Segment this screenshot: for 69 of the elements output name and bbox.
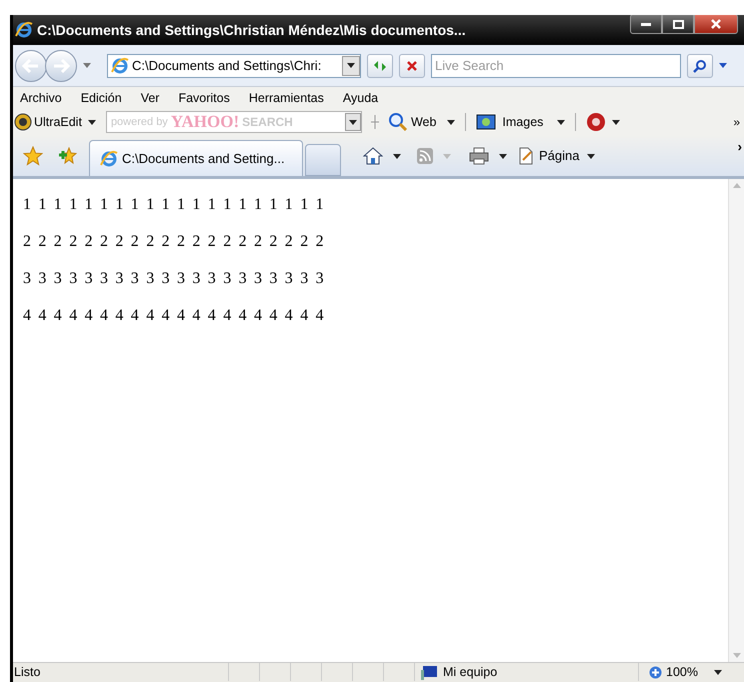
menu-item[interactable]: Ver <box>140 88 160 108</box>
back-button[interactable] <box>15 50 47 82</box>
caret-icon <box>88 120 96 124</box>
zone-text: Mi equipo <box>443 666 498 678</box>
forward-button[interactable] <box>45 50 77 82</box>
browser-icon <box>15 21 33 39</box>
minimize-button[interactable] <box>630 15 662 34</box>
images-button[interactable]: Images <box>476 112 566 132</box>
page-icon <box>100 150 118 168</box>
caret-icon[interactable] <box>719 63 727 68</box>
web-search-button[interactable]: Web <box>388 112 456 132</box>
caret-icon <box>714 670 722 675</box>
chevron-button[interactable]: › <box>738 137 742 156</box>
menu-item[interactable]: Edición <box>80 88 122 108</box>
address-text: C:\Documents and Settings\Chri: <box>132 56 322 75</box>
menu-item[interactable]: Herramientas <box>248 88 324 108</box>
page-menu-button[interactable]: Página <box>517 146 596 166</box>
caret-icon <box>447 120 456 124</box>
caret-icon[interactable] <box>499 154 507 158</box>
home-icon[interactable] <box>363 147 383 165</box>
dropdown-button[interactable] <box>344 113 361 131</box>
zoom-icon <box>649 666 662 679</box>
caret-icon <box>347 63 355 68</box>
caret-icon <box>443 154 451 158</box>
forward-arrow-icon <box>52 58 70 72</box>
page-icon <box>517 147 535 165</box>
text-line: 3 3 3 3 3 3 3 3 3 3 3 3 3 3 3 3 3 3 3 3 <box>23 271 326 287</box>
menu-item[interactable]: Favoritos <box>178 88 230 108</box>
add-favorite-icon[interactable] <box>59 147 77 165</box>
caret-icon <box>348 120 357 124</box>
maximize-button[interactable] <box>662 15 694 34</box>
refresh-button[interactable] <box>367 54 393 78</box>
dropdown-button[interactable] <box>342 56 360 76</box>
search-button[interactable] <box>687 54 713 78</box>
address-field[interactable]: C:\Documents and Settings\Chri: <box>107 54 361 78</box>
image-icon <box>476 114 496 130</box>
text-line: 1 1 1 1 1 1 1 1 1 1 1 1 1 1 1 1 1 1 1 1 <box>23 197 326 213</box>
caret-icon <box>557 120 566 124</box>
back-arrow-icon <box>22 58 40 72</box>
caret-icon[interactable] <box>393 154 401 158</box>
search-brand: YAHOO! <box>170 111 240 134</box>
grip-icon[interactable] <box>370 114 380 130</box>
ultraedit-button[interactable]: UltraEdit <box>14 112 96 132</box>
search-icon <box>693 58 707 72</box>
text-line: 4 4 4 4 4 4 4 4 4 4 4 4 4 4 4 4 4 4 4 4 <box>23 308 326 324</box>
toolbar-button[interactable] <box>586 112 620 132</box>
menu-item[interactable]: Ayuda <box>342 88 378 108</box>
window-title: C:\Documents and Settings\Christian Méndez\Mis documentos... <box>37 20 467 40</box>
chevron-button[interactable]: » <box>733 113 740 131</box>
ultraedit-icon <box>14 113 32 131</box>
search-field[interactable]: Live Search <box>431 54 681 78</box>
status-text: Listo <box>13 666 42 678</box>
stop-icon <box>407 60 417 70</box>
tab[interactable]: C:\Documents and Setting... <box>89 140 303 176</box>
refresh-icon <box>372 58 388 72</box>
caret-icon <box>587 154 596 158</box>
text-line: 2 2 2 2 2 2 2 2 2 2 2 2 2 2 2 2 2 2 2 2 <box>23 234 326 250</box>
zoom-button[interactable]: 100% <box>638 663 722 681</box>
magnifier-icon <box>388 113 408 131</box>
round-logo-icon <box>586 112 606 132</box>
star-icon[interactable] <box>23 146 43 166</box>
close-button[interactable] <box>694 15 738 34</box>
stop-button[interactable] <box>399 54 425 78</box>
page-icon <box>111 56 129 74</box>
menu-item[interactable]: Archivo <box>20 88 62 108</box>
close-icon <box>711 19 721 29</box>
caret-icon <box>612 120 620 124</box>
printer-icon[interactable] <box>469 147 489 165</box>
computer-icon <box>421 666 439 680</box>
